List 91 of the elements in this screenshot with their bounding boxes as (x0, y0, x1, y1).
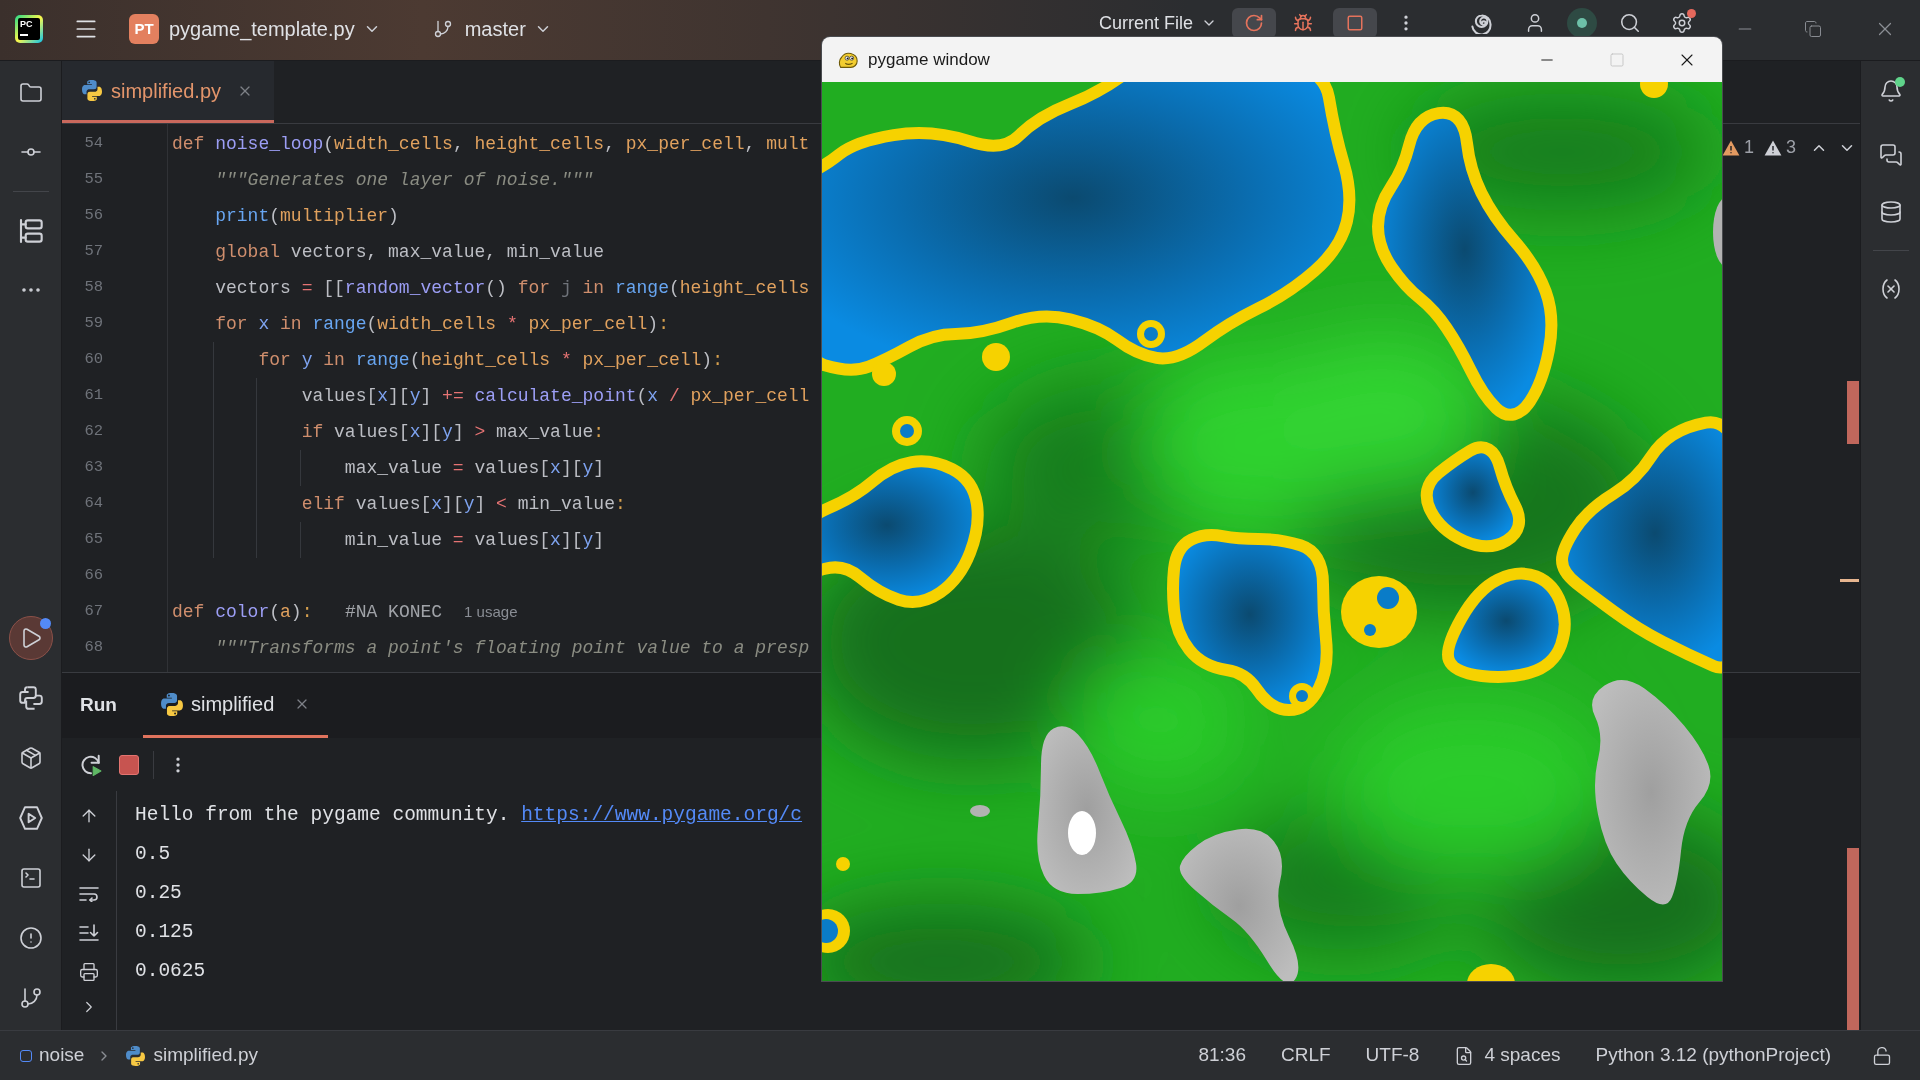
error-marker (1847, 381, 1859, 444)
file-encoding[interactable]: UTF-8 (1365, 1041, 1420, 1070)
stop-button[interactable] (1333, 8, 1377, 38)
console-line: 0.5 (135, 841, 171, 867)
database-icon[interactable] (1878, 200, 1903, 224)
line-number: 56 (83, 205, 103, 227)
bug-icon[interactable] (1293, 13, 1313, 33)
spiral-icon[interactable] (1470, 12, 1494, 34)
rerun-icon[interactable] (80, 753, 102, 776)
app-logo: PC (15, 15, 43, 43)
rerun-icon (1244, 13, 1264, 33)
line-number: 63 (83, 457, 103, 479)
code-line: elif values[x][y] < min_value: (301, 492, 626, 516)
line-number: 65 (83, 529, 103, 551)
bell-icon[interactable] (1878, 79, 1903, 103)
package-icon[interactable] (18, 746, 43, 770)
hexagon-play-icon[interactable] (18, 806, 43, 830)
code-line: values[x][y] += calculate_point(x / px_per_cell (301, 384, 810, 408)
line-number: 61 (83, 385, 103, 407)
console-link[interactable]: https://www.pygame.org/c (521, 803, 803, 826)
line-number: 64 (83, 493, 103, 515)
code-line: """Generates one layer of noise.""" (215, 168, 594, 192)
code-line: for x in range(width_cells * px_per_cell): (215, 312, 669, 336)
terminal-icon[interactable] (18, 866, 43, 890)
line-separator[interactable]: CRLF (1280, 1041, 1331, 1070)
stop-icon[interactable] (119, 754, 139, 775)
stop-icon (1346, 14, 1364, 32)
chat-icon[interactable] (1878, 143, 1903, 167)
code-line: vectors = [[random_vector() for j in range(height_cells (215, 276, 810, 300)
git-branch-icon (432, 19, 453, 39)
editor-tab[interactable]: simplified.py (62, 61, 274, 123)
line-number: 55 (83, 169, 103, 191)
python-icon (82, 80, 102, 101)
code-line: min_value = values[x][y] (344, 528, 605, 552)
line-number: 68 (83, 637, 103, 659)
console-line: 0.125 (135, 919, 194, 945)
panel-title: Run (80, 693, 117, 718)
window-title: pygame window (868, 48, 990, 71)
search-icon[interactable] (1619, 12, 1641, 34)
interpreter-selector[interactable]: Python 3.12 (pythonProject) (1595, 1041, 1831, 1070)
project-selector[interactable]: PT pygame_template.py (129, 14, 381, 44)
lock-icon[interactable] (1872, 1045, 1892, 1066)
code-line: if values[x][y] > max_value: (301, 420, 605, 444)
code-line: max_value = values[x][y] (344, 456, 605, 480)
run-config-selector[interactable]: Current File (1098, 14, 1217, 32)
settings-icon[interactable] (1671, 12, 1693, 34)
warning-icon[interactable] (1721, 139, 1740, 156)
printer-icon[interactable] (79, 961, 99, 982)
usages-hint[interactable]: 1 usage (464, 600, 518, 624)
breadcrumb[interactable]: simplified.py (126, 1041, 258, 1070)
code-line: def noise_loop(width_cells, height_cells, px_per_cell, mult (172, 132, 810, 156)
cursor-position[interactable]: 81:36 (1198, 1041, 1246, 1070)
rerun-button[interactable] (1232, 8, 1276, 38)
console-line: 0.0625 (135, 958, 206, 984)
console-line: Hello from the pygame community. https://www.pygame.org/c (135, 802, 803, 828)
python-icon (126, 1045, 146, 1066)
warning-marker (1840, 579, 1859, 582)
scrollbar-thumb[interactable] (1847, 848, 1859, 1030)
python-console-icon[interactable] (18, 686, 43, 710)
warning-icon[interactable] (1764, 139, 1782, 156)
console-line: 0.25 (135, 880, 182, 906)
structure-icon[interactable] (18, 219, 43, 243)
code-line: for y in range(height_cells * px_per_cell): (258, 348, 723, 372)
code-line: def color(a): #NA KONEC (172, 600, 443, 624)
line-number: 58 (83, 277, 103, 299)
branch-selector[interactable]: master (432, 14, 552, 44)
restore-icon[interactable] (1804, 20, 1822, 38)
breadcrumb[interactable]: noise (20, 1041, 85, 1070)
python-icon (160, 692, 183, 716)
folder-icon[interactable] (18, 81, 43, 105)
warning-count: 3 (1786, 136, 1796, 159)
indent-setting[interactable]: 4 spaces (1454, 1041, 1561, 1070)
status-indicator-icon[interactable] (1567, 8, 1597, 38)
line-number: 57 (83, 241, 103, 263)
scroll-to-end-icon[interactable] (79, 923, 99, 942)
code-line: global vectors, max_value, min_value (215, 240, 605, 264)
tool-window-button[interactable] (8, 616, 53, 660)
line-number: 62 (83, 421, 103, 443)
module-icon (20, 1049, 32, 1062)
line-number: 60 (83, 349, 103, 371)
git-branch-icon[interactable] (18, 986, 43, 1010)
line-number: 59 (83, 313, 103, 335)
alert-circle-icon[interactable] (18, 926, 43, 950)
soft-wrap-icon[interactable] (79, 885, 99, 902)
line-number: 66 (83, 565, 103, 587)
code-line: """Transforms a point's floating point value to a presp (215, 636, 810, 660)
warning-count: 1 (1743, 136, 1754, 159)
project-badge: PT (129, 14, 159, 44)
line-number: 67 (83, 601, 103, 623)
code-line: print(multiplier) (215, 204, 399, 228)
line-number: 54 (83, 133, 103, 155)
